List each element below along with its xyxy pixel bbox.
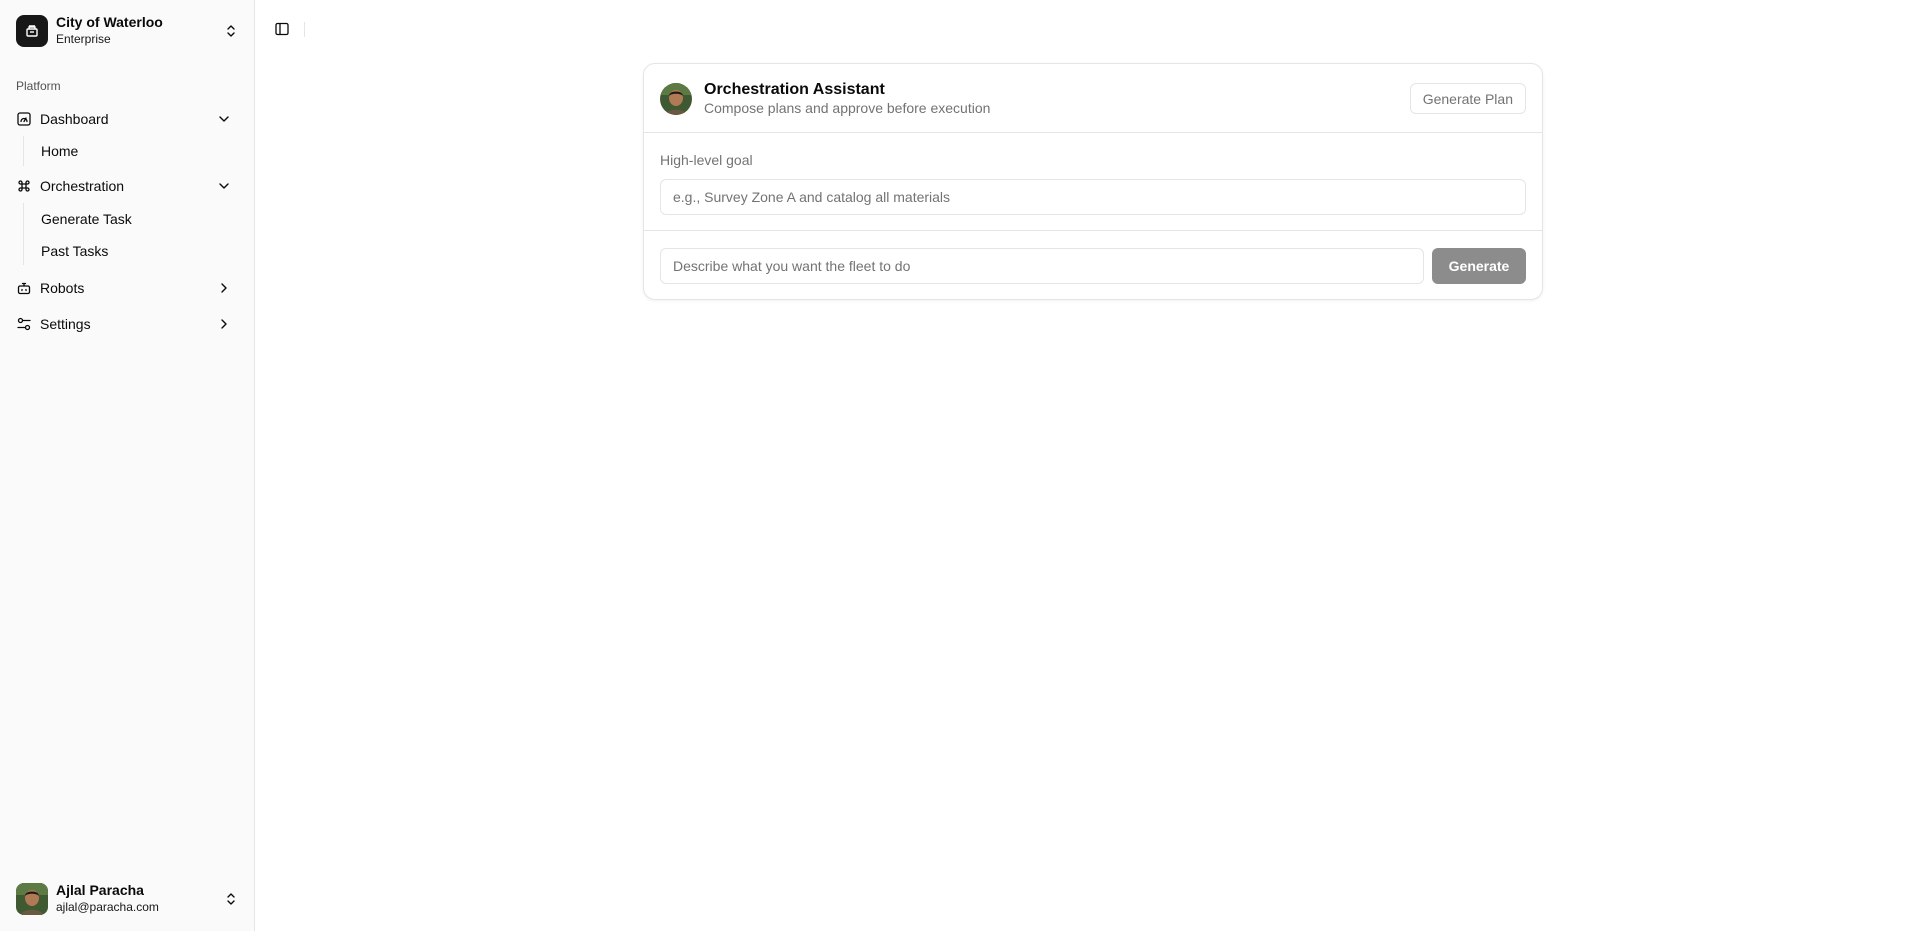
sidebar-item-label: Robots <box>40 280 85 296</box>
chevrons-up-down-icon <box>223 891 239 907</box>
assistant-avatar <box>660 83 692 115</box>
org-name: City of Waterloo <box>56 14 163 30</box>
bot-icon <box>16 280 32 296</box>
card-header: Orchestration Assistant Compose plans an… <box>644 64 1542 133</box>
chevron-down-icon <box>216 111 232 127</box>
sidebar-subitem-past-tasks[interactable]: Past Tasks <box>32 237 232 265</box>
chevron-right-icon <box>216 280 232 296</box>
generate-button[interactable]: Generate <box>1432 248 1526 284</box>
chevron-right-icon <box>216 316 232 332</box>
chevron-down-icon <box>216 178 232 194</box>
goal-input[interactable] <box>660 179 1526 215</box>
panel-left-icon[interactable] <box>274 21 290 37</box>
topbar-separator <box>304 22 305 37</box>
sidebar-subitem-home[interactable]: Home <box>32 137 232 165</box>
submenu-line <box>23 203 24 265</box>
card-divider <box>644 230 1542 231</box>
sidebar: City of Waterloo Enterprise Platform Das… <box>0 0 255 931</box>
gauge-icon <box>16 111 32 127</box>
sidebar-group-label: Platform <box>16 79 61 93</box>
sidebar-item-orchestration[interactable]: Orchestration <box>8 170 240 202</box>
submenu-line <box>23 136 24 166</box>
sliders-icon <box>16 316 32 332</box>
org-plan: Enterprise <box>56 32 111 46</box>
sidebar-item-settings[interactable]: Settings <box>8 308 240 340</box>
building-icon <box>16 15 48 47</box>
sidebar-item-dashboard[interactable]: Dashboard <box>8 103 240 135</box>
user-name: Ajlal Paracha <box>56 882 144 898</box>
goal-label: High-level goal <box>660 152 753 168</box>
orchestration-assistant-card: Orchestration Assistant Compose plans an… <box>643 63 1543 300</box>
sidebar-item-label: Settings <box>40 316 91 332</box>
sidebar-item-label: Orchestration <box>40 178 125 194</box>
sidebar-item-robots[interactable]: Robots <box>8 272 240 304</box>
org-switcher[interactable]: City of Waterloo Enterprise <box>16 14 241 48</box>
generate-plan-button[interactable]: Generate Plan <box>1409 83 1526 114</box>
avatar <box>16 883 48 915</box>
chevrons-up-down-icon <box>223 23 239 39</box>
command-icon <box>16 178 32 194</box>
prompt-input[interactable] <box>660 248 1424 284</box>
assistant-subtitle: Compose plans and approve before executi… <box>704 100 991 116</box>
user-email: ajlal@paracha.com <box>56 900 159 914</box>
user-menu[interactable]: Ajlal Paracha ajlal@paracha.com <box>16 882 241 916</box>
assistant-title: Orchestration Assistant <box>704 81 885 98</box>
sidebar-item-label: Dashboard <box>40 111 109 127</box>
sidebar-subitem-generate-task[interactable]: Generate Task <box>32 205 232 233</box>
